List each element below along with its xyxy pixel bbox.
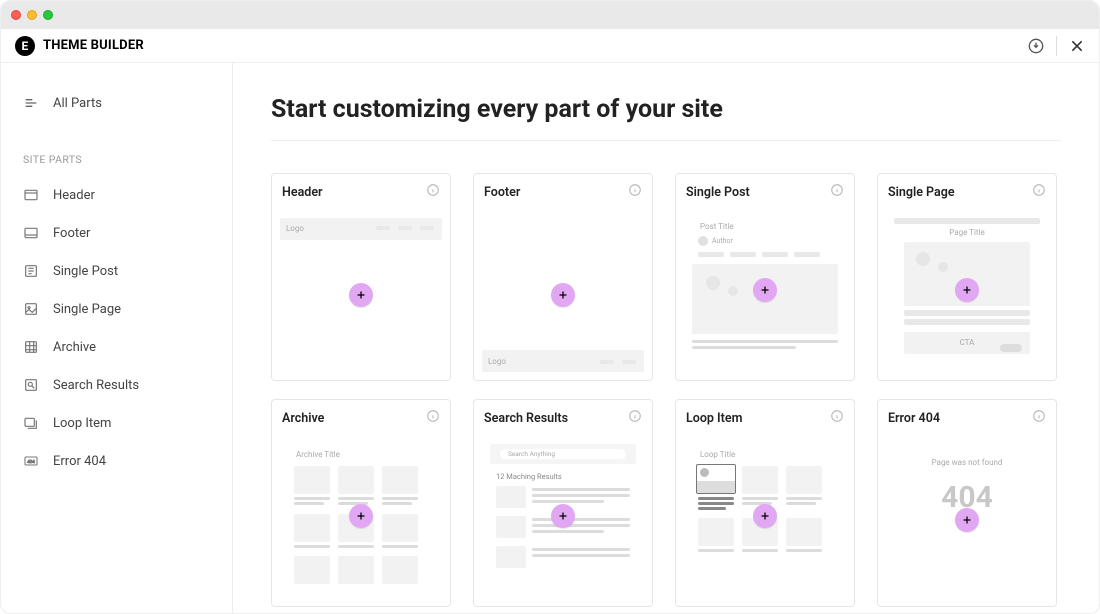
card-error-404[interactable]: Error 404 Page was not found 404 xyxy=(877,399,1057,607)
card-title: Header xyxy=(282,185,323,200)
app-topbar: E THEME BUILDER xyxy=(1,29,1099,63)
topbar-actions xyxy=(1028,36,1085,56)
sidebar: All Parts SITE PARTS Header Footer Singl… xyxy=(1,63,233,613)
app-title: THEME BUILDER xyxy=(43,38,144,53)
sidebar-item-header[interactable]: Header xyxy=(1,176,232,214)
sidebar-item-single-page[interactable]: Single Page xyxy=(1,290,232,328)
card-title: Footer xyxy=(484,185,520,200)
sidebar-all-parts[interactable]: All Parts xyxy=(1,81,232,125)
card-title: Search Results xyxy=(484,411,568,426)
add-button[interactable] xyxy=(551,504,575,528)
card-search-results[interactable]: Search Results Search Anything 12 Machin… xyxy=(473,399,653,607)
elementor-logo-icon: E xyxy=(15,36,35,56)
card-header[interactable]: Header Logo xyxy=(271,173,451,381)
card-title: Single Page xyxy=(888,185,955,200)
sidebar-all-parts-label: All Parts xyxy=(53,96,102,111)
card-title: Loop Item xyxy=(686,411,742,426)
sidebar-section-label: SITE PARTS xyxy=(1,125,232,176)
window-minimize-icon[interactable] xyxy=(27,10,37,20)
sidebar-item-loop-item[interactable]: Loop Item xyxy=(1,404,232,442)
separator xyxy=(1056,36,1057,56)
sidebar-item-label: Loop Item xyxy=(53,416,111,431)
card-single-post[interactable]: Single Post Post Title Author xyxy=(675,173,855,381)
info-icon[interactable] xyxy=(426,409,440,427)
main-panel: Start customizing every part of your sit… xyxy=(233,63,1099,613)
info-icon[interactable] xyxy=(830,409,844,427)
sidebar-item-archive[interactable]: Archive xyxy=(1,328,232,366)
divider xyxy=(271,140,1061,141)
card-title: Archive xyxy=(282,411,324,426)
add-button[interactable] xyxy=(753,504,777,528)
sidebar-item-label: Footer xyxy=(53,226,90,241)
info-icon[interactable] xyxy=(426,183,440,201)
sidebar-item-label: Archive xyxy=(53,340,96,355)
os-titlebar xyxy=(1,1,1099,29)
info-icon[interactable] xyxy=(628,409,642,427)
app-brand: E THEME BUILDER xyxy=(15,36,144,56)
info-icon[interactable] xyxy=(830,183,844,201)
add-button[interactable] xyxy=(753,278,777,302)
sidebar-item-label: Single Page xyxy=(53,302,121,317)
info-icon[interactable] xyxy=(1032,409,1046,427)
sidebar-item-label: Search Results xyxy=(53,378,139,393)
add-button[interactable] xyxy=(955,278,979,302)
sidebar-item-error-404[interactable]: 404 Error 404 xyxy=(1,442,232,480)
add-button[interactable] xyxy=(551,283,575,307)
card-single-page[interactable]: Single Page Page Title xyxy=(877,173,1057,381)
add-button[interactable] xyxy=(349,504,373,528)
svg-text:404: 404 xyxy=(27,459,35,464)
window-zoom-icon[interactable] xyxy=(43,10,53,20)
sidebar-item-search-results[interactable]: Search Results xyxy=(1,366,232,404)
sidebar-item-label: Error 404 xyxy=(53,454,106,469)
sidebar-item-footer[interactable]: Footer xyxy=(1,214,232,252)
add-button[interactable] xyxy=(955,508,979,532)
app-window: E THEME BUILDER All Parts SITE PARTS Hea… xyxy=(0,0,1100,614)
info-icon[interactable] xyxy=(1032,183,1046,201)
card-loop-item[interactable]: Loop Item Loop Title xyxy=(675,399,855,607)
card-title: Single Post xyxy=(686,185,750,200)
sidebar-item-single-post[interactable]: Single Post xyxy=(1,252,232,290)
sidebar-item-label: Header xyxy=(53,188,95,203)
page-heading: Start customizing every part of your sit… xyxy=(271,95,1061,124)
card-title: Error 404 xyxy=(888,411,940,426)
app-body: All Parts SITE PARTS Header Footer Singl… xyxy=(1,63,1099,613)
add-button[interactable] xyxy=(349,283,373,307)
window-close-icon[interactable] xyxy=(11,10,21,20)
sidebar-item-label: Single Post xyxy=(53,264,118,279)
info-icon[interactable] xyxy=(628,183,642,201)
close-icon[interactable] xyxy=(1069,38,1085,54)
cards-grid: Header Logo xyxy=(271,173,1061,607)
download-icon[interactable] xyxy=(1028,38,1044,54)
card-archive[interactable]: Archive Archive Title xyxy=(271,399,451,607)
card-footer[interactable]: Footer Logo xyxy=(473,173,653,381)
